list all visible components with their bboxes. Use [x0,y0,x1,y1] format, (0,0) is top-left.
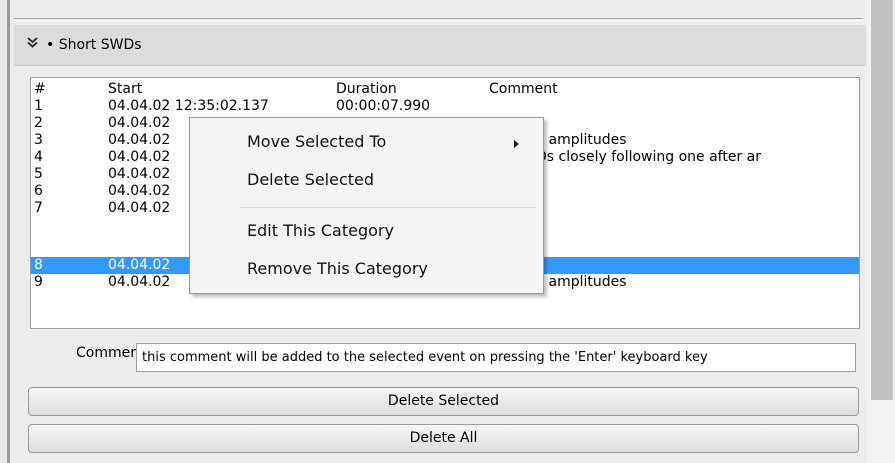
category-header[interactable]: • Short SWDs [14,25,866,66]
event-number: 6 [34,183,43,199]
event-start: 04.04.02 [108,257,171,273]
menu-item-edit-category[interactable]: Edit This Category [247,221,394,240]
event-start: 04.04.02 [108,132,171,148]
context-menu: Move Selected To Delete Selected Edit Th… [189,117,544,294]
event-start: 04.04.02 [108,274,171,290]
event-number: 8 [34,257,43,273]
comment-input[interactable]: this comment will be added to the select… [136,343,856,372]
menu-item-delete-selected[interactable]: Delete Selected [247,170,374,189]
event-start: 04.04.02 [108,200,171,216]
separator-highlight [14,20,863,21]
menu-item-move-selected-to[interactable]: Move Selected To [247,132,386,151]
event-number: 1 [34,98,43,114]
event-start: 04.04.02 [108,166,171,182]
menu-item-remove-category[interactable]: Remove This Category [247,259,428,278]
category-title: • Short SWDs [46,37,142,53]
event-duration: 00:00:07.990 [336,98,431,114]
event-start: 04.04.02 12:35:02.137 [108,98,269,114]
event-start: 04.04.02 [108,149,171,165]
event-start: 04.04.02 [108,115,171,131]
column-header-start[interactable]: Start [108,81,142,98]
vertical-scrollbar[interactable] [871,0,893,400]
list-item[interactable]: 1 04.04.02 12:35:02.137 00:00:07.990 [31,98,859,115]
event-start: 04.04.02 [108,183,171,199]
delete-all-button[interactable]: Delete All [28,424,859,453]
delete-selected-button[interactable]: Delete Selected [28,387,859,416]
collapse-chevron-icon[interactable] [27,37,38,52]
comment-label: Comment [76,345,145,361]
separator [14,18,863,19]
event-number: 5 [34,166,43,182]
chevron-right-icon [514,140,519,148]
event-number: 3 [34,132,43,148]
column-header-duration[interactable]: Duration [336,81,397,98]
event-number: 9 [34,274,43,290]
list-header: # Start Duration Comment [31,81,859,98]
menu-separator [240,207,536,208]
event-number: 2 [34,115,43,131]
column-header-comment[interactable]: Comment [489,81,558,98]
window-left-strip [0,0,7,463]
column-header-num[interactable]: # [34,81,46,98]
event-number: 4 [34,149,43,165]
event-number: 7 [34,200,43,216]
